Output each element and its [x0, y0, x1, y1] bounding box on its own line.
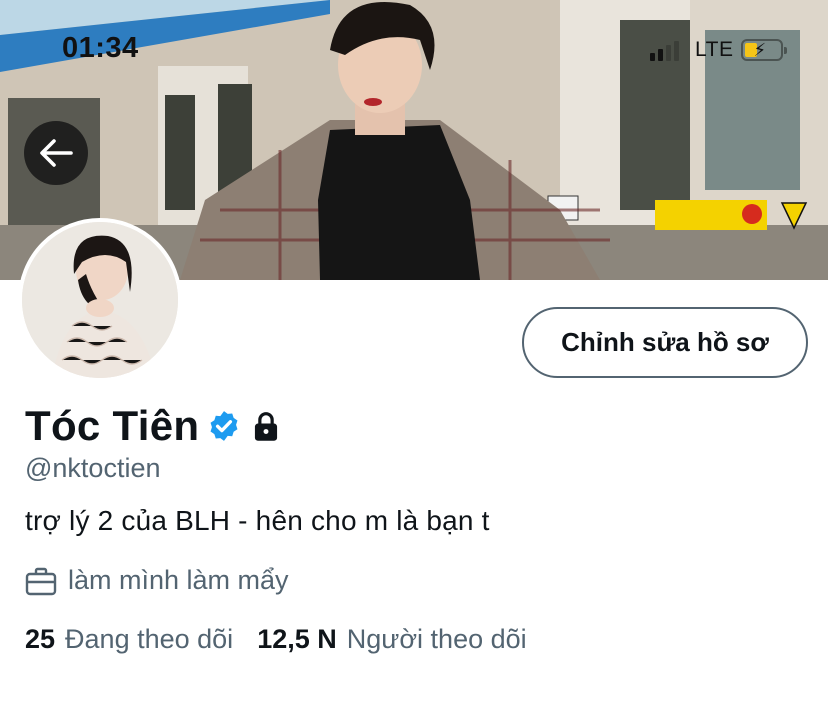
profile-job: làm mình làm mẩy: [68, 565, 289, 595]
following-link[interactable]: 25 Đang theo dõi: [25, 624, 233, 655]
cellular-signal-icon: [650, 39, 679, 61]
status-time: 01:34: [62, 32, 139, 64]
avatar-photo: [22, 222, 178, 378]
followers-count: 12,5 N: [257, 624, 337, 654]
profile-bio: trợ lý 2 của BLH - hên cho m là bạn t: [25, 505, 490, 536]
arrow-left-icon: [40, 139, 73, 167]
followers-link[interactable]: 12,5 N Người theo dõi: [257, 624, 526, 655]
network-type: LTE: [695, 38, 734, 61]
status-indicators: LTE ⚡: [650, 36, 788, 64]
edit-profile-button[interactable]: Chỉnh sửa hồ sơ: [522, 307, 808, 378]
profile-job-row: làm mình làm mẩy: [25, 565, 289, 596]
charging-bolt-icon: ⚡: [753, 40, 767, 60]
name-row: Tóc Tiên: [25, 402, 281, 450]
back-button[interactable]: [24, 121, 88, 185]
lock-icon: [255, 412, 278, 441]
battery-icon: ⚡: [741, 39, 788, 61]
briefcase-icon: [25, 567, 57, 595]
followers-label: Người theo dõi: [346, 624, 527, 654]
profile-handle: @nktoctien: [25, 453, 161, 483]
follow-stats: 25 Đang theo dõi 12,5 N Người theo dõi: [25, 624, 527, 655]
avatar[interactable]: [18, 218, 182, 382]
following-label: Đang theo dõi: [65, 624, 234, 654]
verified-badge-icon: [210, 411, 238, 441]
display-name: Tóc Tiên: [25, 402, 200, 449]
following-count: 25: [25, 624, 56, 654]
